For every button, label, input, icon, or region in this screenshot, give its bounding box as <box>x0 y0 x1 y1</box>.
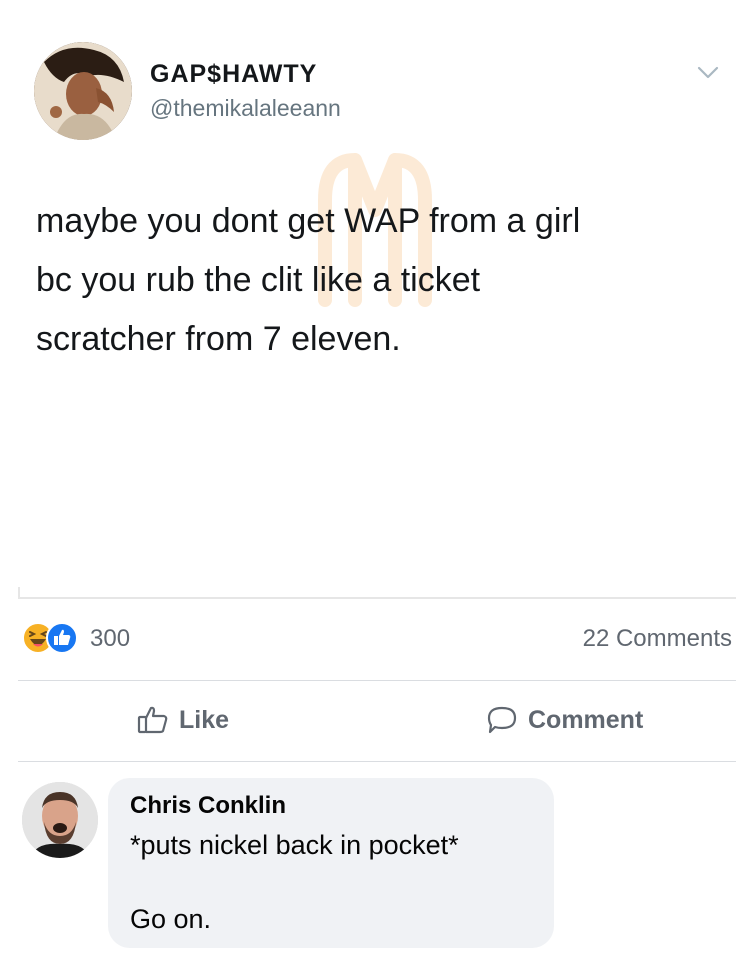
tweet-text-line: maybe you dont get WAP from a girl <box>36 202 581 240</box>
comment-button[interactable]: Comment <box>486 700 643 740</box>
like-button[interactable]: Like <box>137 700 229 740</box>
profile-photo-icon <box>34 42 132 140</box>
comment-bubble-icon <box>487 706 517 734</box>
like-icon <box>46 622 78 654</box>
tweet-handle[interactable]: @themikalaleeann <box>150 95 341 122</box>
comment-label: Comment <box>528 705 644 734</box>
like-label: Like <box>179 705 230 734</box>
tweet-card: GAP$HAWTY @themikalaleeann maybe you don… <box>0 0 754 600</box>
tweet-text-line: scratcher from 7 eleven. <box>36 320 401 358</box>
thumbs-up-icon <box>137 706 168 734</box>
divider <box>18 680 736 681</box>
tweet-text-line: bc you rub the clit like a ticket <box>36 261 481 299</box>
tweet-display-name[interactable]: GAP$HAWTY <box>150 60 317 89</box>
comment-bubble: Chris Conklin *puts nickel back in pocke… <box>108 778 554 948</box>
reaction-count[interactable]: 300 <box>90 625 130 653</box>
tweet-text: maybe you dont get WAP from a girl bc yo… <box>36 192 716 369</box>
comment-text-line: *puts nickel back in pocket* <box>130 830 459 860</box>
commenter-avatar[interactable] <box>22 782 98 858</box>
chevron-down-icon[interactable] <box>696 62 720 82</box>
profile-photo-icon <box>22 782 98 858</box>
tweet-author-avatar[interactable] <box>34 42 132 140</box>
divider <box>18 761 736 762</box>
comment-text-line: Go on. <box>130 904 212 934</box>
comment-count[interactable]: 22 Comments <box>583 625 732 653</box>
tweet-card-border <box>18 587 736 599</box>
commenter-name[interactable]: Chris Conklin <box>130 792 286 820</box>
